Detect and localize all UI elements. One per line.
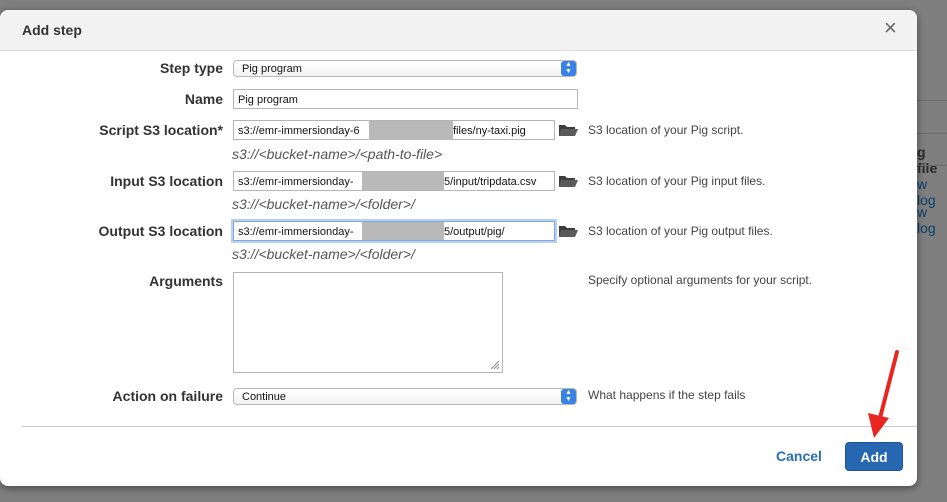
red-arrow (868, 350, 899, 438)
